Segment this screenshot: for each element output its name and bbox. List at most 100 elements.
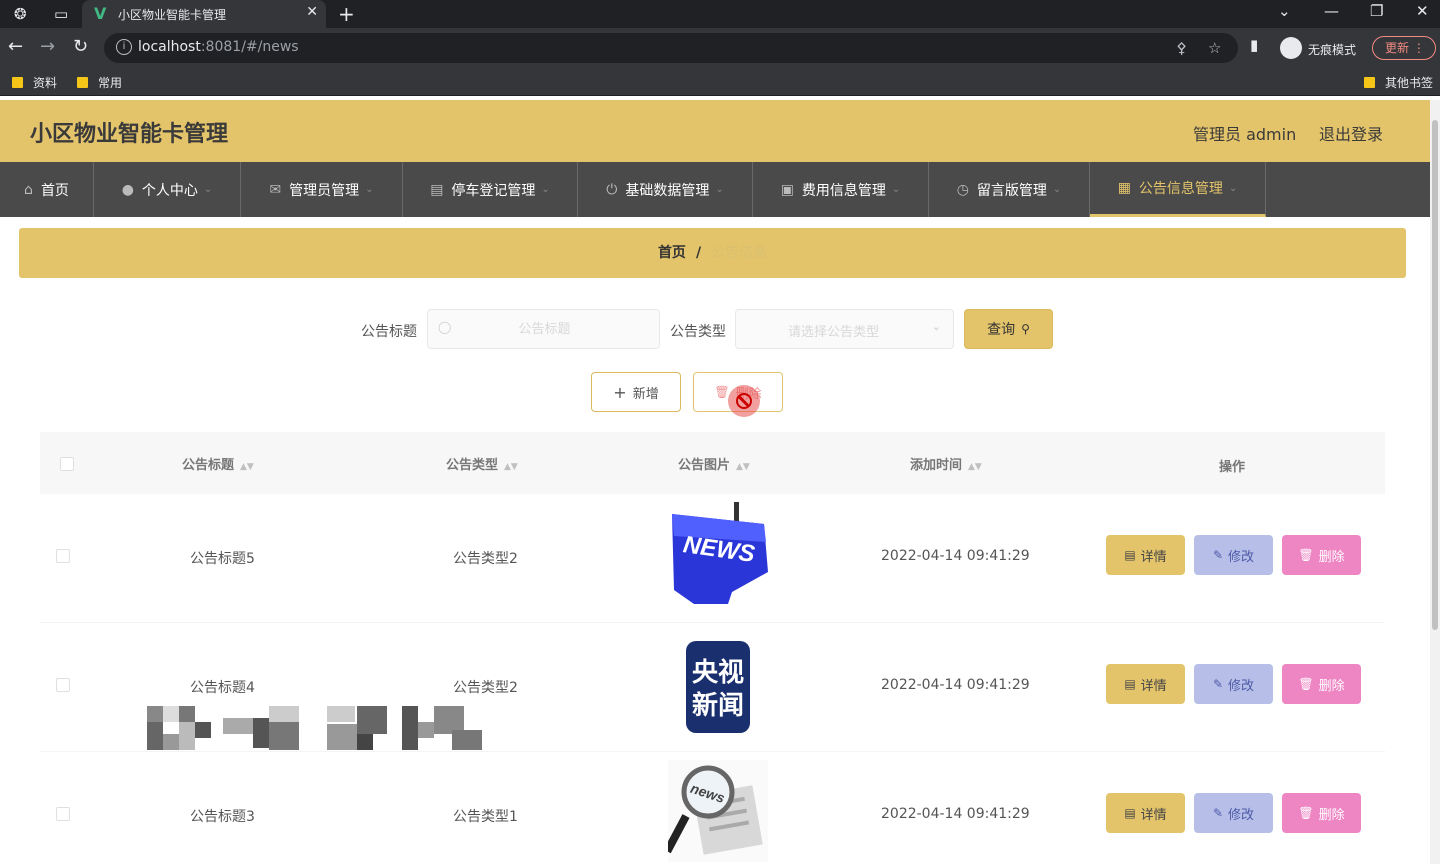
restore-icon[interactable]: ❐ bbox=[1370, 2, 1383, 20]
table-header: 公告标题 ▲▼ 公告类型 ▲▼ 公告图片 ▲▼ 添加时间 ▲▼ 操作 bbox=[40, 432, 1385, 494]
edit-button[interactable]: ✎ 修改 bbox=[1194, 793, 1273, 833]
vue-favicon-icon: V bbox=[94, 4, 107, 23]
nav-item-basic-data[interactable]: ⏻ 基础数据管理 ⌄ bbox=[578, 162, 753, 217]
nav-item-messages[interactable]: ◷ 留言版管理 ⌄ bbox=[929, 162, 1090, 217]
breadcrumb-current: 公告信息 bbox=[711, 245, 768, 261]
cctv-news-logo: 央视 新闻 bbox=[668, 631, 768, 733]
sort-icon[interactable]: ▲▼ bbox=[240, 462, 254, 472]
forward-icon[interactable]: → bbox=[40, 36, 55, 57]
breadcrumb-home[interactable]: 首页 bbox=[658, 245, 686, 261]
sort-icon[interactable]: ▲▼ bbox=[968, 462, 982, 472]
briefcase-icon: ▤ bbox=[430, 181, 444, 198]
trash-icon: 🗑︎ bbox=[1298, 806, 1314, 820]
sort-icon[interactable]: ▲▼ bbox=[504, 462, 518, 472]
newspaper-magnifier-image: news bbox=[668, 760, 768, 862]
chevron-down-icon: ⌄ bbox=[203, 184, 213, 195]
search-icon: ⚲ bbox=[1021, 322, 1030, 336]
news-keyboard-image: NEWS bbox=[668, 502, 768, 604]
title-search-input[interactable] bbox=[428, 310, 661, 348]
bookmark-folder-2[interactable]: 常用 bbox=[77, 74, 122, 91]
breadcrumb: 首页 / 公告信息 bbox=[19, 228, 1406, 278]
chevron-down-icon: ⌄ bbox=[365, 184, 374, 195]
row-checkbox[interactable] bbox=[56, 807, 70, 821]
grid-icon: ▦ bbox=[1117, 180, 1131, 196]
cell-type: 公告类型2 bbox=[453, 551, 518, 567]
incognito-icon[interactable] bbox=[1280, 37, 1302, 59]
chevron-down-icon: ⌄ bbox=[715, 184, 724, 195]
type-select[interactable]: 请选择公告类型 ⌄ bbox=[735, 309, 954, 349]
chevron-down-icon: ⌄ bbox=[1228, 182, 1238, 194]
delete-button[interactable]: 🗑︎ 删除 bbox=[1282, 535, 1361, 575]
app-title: 小区物业智能卡管理 bbox=[30, 122, 229, 147]
page-scrollbar[interactable] bbox=[1430, 100, 1440, 864]
detail-button[interactable]: ▤ 详情 bbox=[1106, 793, 1185, 833]
folder-icon bbox=[1364, 77, 1375, 88]
tab-title: 小区物业智能卡管理 bbox=[118, 8, 227, 22]
delete-button[interactable]: 🗑︎ 删除 bbox=[1282, 793, 1361, 833]
type-search-label: 公告类型 bbox=[670, 324, 726, 340]
cell-title: 公告标题4 bbox=[190, 680, 255, 696]
header-title[interactable]: 公告标题 ▲▼ bbox=[182, 454, 254, 473]
header-image[interactable]: 公告图片 ▲▼ bbox=[678, 454, 750, 473]
tab-search-icon[interactable]: ▭ bbox=[54, 4, 68, 24]
minimize-icon[interactable]: — bbox=[1324, 2, 1339, 20]
header-type[interactable]: 公告类型 ▲▼ bbox=[446, 454, 518, 473]
cell-title: 公告标题5 bbox=[190, 551, 255, 567]
type-select-placeholder: 请选择公告类型 bbox=[788, 325, 880, 340]
back-icon[interactable]: ← bbox=[8, 36, 23, 57]
add-button[interactable]: + 新增 bbox=[591, 372, 681, 412]
tab-list-icon[interactable]: ⌄ bbox=[1278, 2, 1291, 20]
site-info-icon[interactable]: i bbox=[116, 39, 132, 55]
pencil-icon: ✎ bbox=[1212, 548, 1224, 562]
key-icon[interactable]: ⚴ bbox=[1176, 39, 1187, 57]
nav-item-announcements[interactable]: ▦ 公告信息管理 ⌄ bbox=[1090, 162, 1266, 217]
app-header: 小区物业智能卡管理 管理员 admin 退出登录 bbox=[0, 100, 1430, 162]
cell-title: 公告标题3 bbox=[190, 809, 255, 825]
pencil-icon: ✎ bbox=[1212, 677, 1224, 691]
wallet-icon: ▣ bbox=[780, 181, 794, 198]
nav-item-admin[interactable]: ✉ 管理员管理 ⌄ bbox=[241, 162, 403, 217]
url-input[interactable]: i localhost:8081/#/news ⚴ ☆ bbox=[104, 33, 1238, 63]
row-checkbox[interactable] bbox=[56, 549, 70, 563]
tab-close-icon[interactable]: ✕ bbox=[306, 4, 318, 20]
not-allowed-cursor-icon bbox=[728, 385, 760, 417]
url-text: localhost:8081/#/news bbox=[138, 39, 299, 55]
edit-button[interactable]: ✎ 修改 bbox=[1194, 535, 1273, 575]
update-button[interactable]: 更新 ⋮ bbox=[1372, 36, 1436, 60]
new-tab-icon[interactable]: + bbox=[338, 2, 355, 26]
query-button[interactable]: 查询 ⚲ bbox=[964, 309, 1053, 349]
nav-item-profile[interactable]: ● 个人中心 ⌄ bbox=[94, 162, 241, 217]
cctv-logo-line2: 新闻 bbox=[692, 690, 744, 721]
header-time[interactable]: 添加时间 ▲▼ bbox=[910, 454, 982, 473]
trash-icon: 🗑︎ bbox=[1298, 677, 1314, 691]
edit-button[interactable]: ✎ 修改 bbox=[1194, 664, 1273, 704]
select-all-checkbox[interactable] bbox=[60, 457, 74, 471]
bookmark-star-icon[interactable]: ☆ bbox=[1208, 39, 1221, 57]
logout-link[interactable]: 退出登录 bbox=[1319, 121, 1383, 145]
detail-button[interactable]: ▤ 详情 bbox=[1106, 535, 1185, 575]
nav-item-parking[interactable]: ▤ 停车登记管理 ⌄ bbox=[403, 162, 578, 217]
cell-type: 公告类型1 bbox=[453, 809, 518, 825]
browser-menu-icon[interactable]: ❂ bbox=[14, 4, 27, 24]
nav-item-fees[interactable]: ▣ 费用信息管理 ⌄ bbox=[753, 162, 929, 217]
detail-button[interactable]: ▤ 详情 bbox=[1106, 664, 1185, 704]
window-close-icon[interactable]: ✕ bbox=[1416, 2, 1429, 20]
scrollbar-thumb[interactable] bbox=[1432, 120, 1438, 630]
chevron-down-icon: ⌄ bbox=[931, 320, 941, 333]
sort-icon[interactable]: ▲▼ bbox=[736, 462, 750, 472]
row-checkbox[interactable] bbox=[56, 678, 70, 692]
cell-type: 公告类型2 bbox=[453, 680, 518, 696]
document-icon: ▤ bbox=[1124, 806, 1136, 820]
sidebar-toggle-icon[interactable]: ▮ bbox=[1250, 36, 1258, 54]
browser-tab[interactable]: V 小区物业智能卡管理 ✕ bbox=[82, 0, 326, 28]
clock-icon: ◷ bbox=[956, 181, 969, 198]
incognito-label: 无痕模式 bbox=[1308, 43, 1357, 57]
title-search-field[interactable]: ◯ bbox=[427, 309, 661, 349]
trash-icon: 🗑︎ bbox=[1298, 548, 1314, 562]
nav-item-home[interactable]: ⌂ 首页 bbox=[0, 162, 94, 217]
bookmark-folder-1[interactable]: 资料 bbox=[12, 74, 57, 91]
power-icon: ⏻ bbox=[606, 181, 618, 198]
reload-icon[interactable]: ↻ bbox=[73, 36, 88, 57]
delete-button[interactable]: 🗑︎ 删除 bbox=[1282, 664, 1361, 704]
other-bookmarks[interactable]: 其他书签 bbox=[1364, 74, 1433, 91]
